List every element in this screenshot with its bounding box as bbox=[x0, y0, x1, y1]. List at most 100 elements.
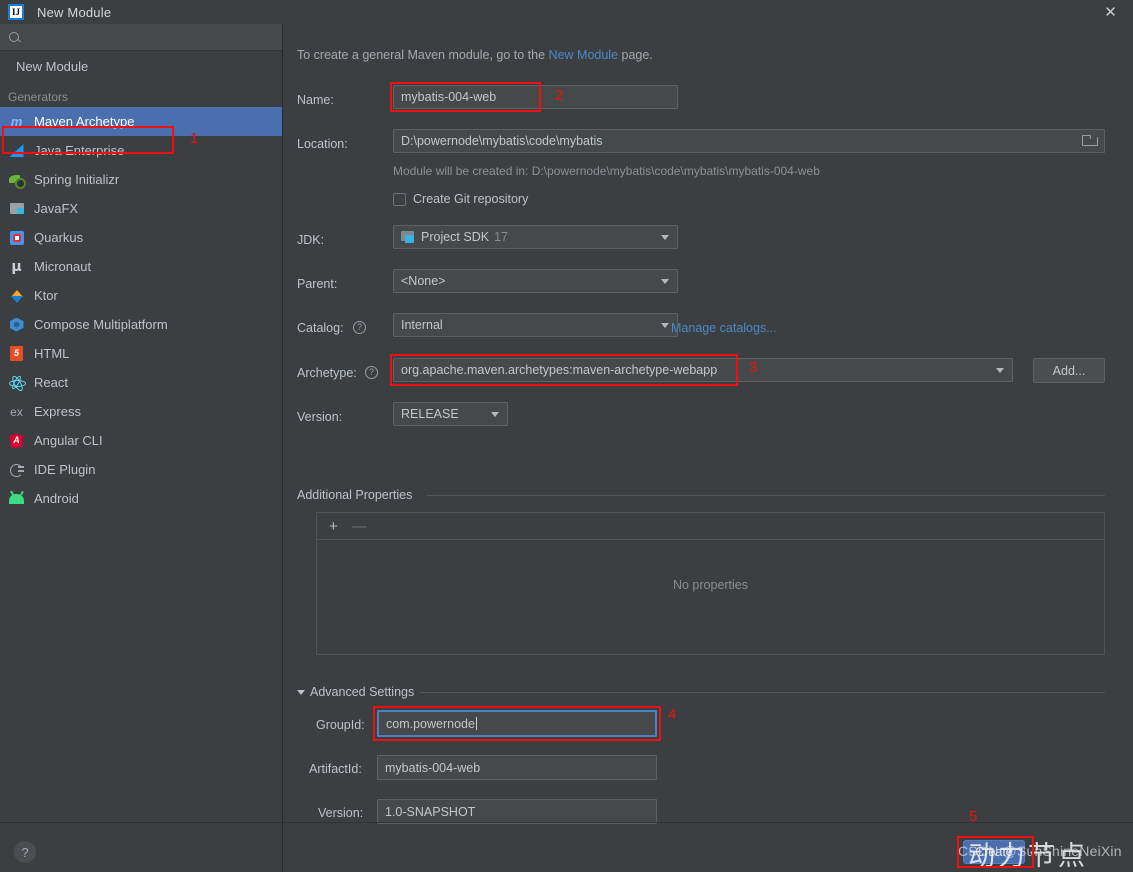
groupid-value: com.powernode bbox=[386, 717, 475, 731]
sidebar-item-micronaut[interactable]: μ Micronaut bbox=[0, 252, 282, 281]
sidebar-item-label: Maven Archetype bbox=[34, 114, 134, 129]
express-icon: ex bbox=[8, 403, 25, 420]
folder-browse-icon[interactable] bbox=[1082, 135, 1096, 146]
search-row[interactable] bbox=[0, 24, 282, 51]
intro-text: To create a general Maven module, go to … bbox=[297, 48, 653, 62]
remove-property-icon: — bbox=[352, 519, 367, 534]
window-title: New Module bbox=[37, 5, 111, 20]
sidebar-section-label: Generators bbox=[8, 90, 68, 104]
footer-divider bbox=[0, 822, 1133, 823]
sidebar-section-generators: Generators bbox=[0, 81, 282, 107]
chevron-down-icon bbox=[996, 368, 1004, 373]
advanced-settings-label: Advanced Settings bbox=[310, 685, 414, 699]
sidebar-item-express[interactable]: ex Express bbox=[0, 397, 282, 426]
sidebar-item-label: Compose Multiplatform bbox=[34, 317, 168, 332]
close-icon[interactable]: ✕ bbox=[1088, 0, 1133, 24]
archetype-version-label: Version: bbox=[297, 410, 342, 424]
create-git-repository-label: Create Git repository bbox=[413, 192, 528, 206]
search-input[interactable] bbox=[27, 30, 274, 44]
catalog-help-icon[interactable]: ? bbox=[353, 321, 366, 334]
artifactid-input[interactable]: mybatis-004-web bbox=[377, 755, 657, 780]
annotation-number-1: 1 bbox=[190, 130, 198, 147]
react-icon bbox=[8, 374, 25, 391]
sidebar-item-react[interactable]: React bbox=[0, 368, 282, 397]
sidebar-item-android[interactable]: Android bbox=[0, 484, 282, 513]
catalog-select[interactable]: Internal bbox=[393, 313, 678, 337]
archetype-help-icon[interactable]: ? bbox=[365, 366, 378, 379]
artifactid-value: mybatis-004-web bbox=[385, 761, 480, 775]
sidebar-item-label: HTML bbox=[34, 346, 69, 361]
sidebar-item-label: JavaFX bbox=[34, 201, 78, 216]
groupid-label: GroupId: bbox=[316, 718, 365, 732]
sidebar-item-javafx[interactable]: JavaFX bbox=[0, 194, 282, 223]
title-bar: IJ New Module ✕ bbox=[0, 0, 1133, 24]
sidebar-item-angular-cli[interactable]: A Angular CLI bbox=[0, 426, 282, 455]
annotation-number-2: 2 bbox=[555, 87, 563, 104]
sidebar-item-maven-archetype[interactable]: m Maven Archetype bbox=[0, 107, 282, 136]
generators-sidebar: New Module Generators m Maven Archetype … bbox=[0, 24, 283, 872]
sidebar-item-ide-plugin[interactable]: IDE Plugin bbox=[0, 455, 282, 484]
sidebar-item-spring-initializr[interactable]: Spring Initializr bbox=[0, 165, 282, 194]
chevron-down-icon bbox=[661, 235, 669, 240]
micronaut-icon: μ bbox=[8, 258, 25, 275]
new-module-dialog: IJ New Module ✕ New Module Generators m … bbox=[0, 0, 1133, 872]
html5-icon: 5 bbox=[8, 345, 25, 362]
annotation-number-4: 4 bbox=[668, 706, 676, 723]
compose-icon bbox=[8, 316, 25, 333]
java-enterprise-icon bbox=[8, 142, 25, 159]
sidebar-item-label: Java Enterprise bbox=[34, 143, 124, 158]
archetype-label: Archetype: bbox=[297, 366, 357, 380]
groupid-input[interactable]: com.powernode bbox=[377, 710, 657, 737]
dialog-body: New Module Generators m Maven Archetype … bbox=[0, 24, 1133, 872]
sidebar-item-label: Android bbox=[34, 491, 79, 506]
module-settings-panel: To create a general Maven module, go to … bbox=[283, 24, 1133, 872]
intro-suffix: page. bbox=[618, 48, 653, 62]
sidebar-item-label: Angular CLI bbox=[34, 433, 103, 448]
sidebar-item-label: Spring Initializr bbox=[34, 172, 119, 187]
parent-select[interactable]: <None> bbox=[393, 269, 678, 293]
sidebar-item-label: Micronaut bbox=[34, 259, 91, 274]
sidebar-item-label: IDE Plugin bbox=[34, 462, 95, 477]
help-button[interactable]: ? bbox=[14, 841, 36, 863]
advanced-version-input[interactable]: 1.0-SNAPSHOT bbox=[377, 799, 657, 824]
location-input[interactable]: D:\powernode\mybatis\code\mybatis bbox=[393, 129, 1105, 153]
add-property-icon[interactable]: + bbox=[329, 519, 338, 534]
sidebar-item-label: React bbox=[34, 375, 68, 390]
sidebar-item-new-module[interactable]: New Module bbox=[0, 51, 282, 81]
new-module-link[interactable]: New Module bbox=[549, 48, 618, 62]
ktor-icon bbox=[8, 287, 25, 304]
archetype-select[interactable]: org.apache.maven.archetypes:maven-archet… bbox=[393, 358, 1013, 382]
name-input[interactable]: mybatis-004-web bbox=[393, 85, 678, 109]
sidebar-item-compose-multiplatform[interactable]: Compose Multiplatform bbox=[0, 310, 282, 339]
jdk-version: 17 bbox=[494, 230, 508, 244]
spring-icon bbox=[8, 171, 25, 188]
chevron-down-icon bbox=[661, 323, 669, 328]
create-button[interactable]: Create bbox=[963, 840, 1025, 864]
archetype-value: org.apache.maven.archetypes:maven-archet… bbox=[401, 363, 717, 377]
additional-properties-divider bbox=[427, 495, 1105, 496]
sidebar-item-label: New Module bbox=[16, 59, 88, 74]
create-git-repository-checkbox[interactable]: Create Git repository bbox=[393, 192, 528, 206]
manage-catalogs-link[interactable]: Manage catalogs... bbox=[671, 321, 777, 335]
sdk-icon bbox=[401, 231, 415, 243]
ide-plugin-icon bbox=[8, 461, 25, 478]
sidebar-item-java-enterprise[interactable]: Java Enterprise bbox=[0, 136, 282, 165]
sidebar-item-html[interactable]: 5 HTML bbox=[0, 339, 282, 368]
additional-properties-title: Additional Properties bbox=[297, 488, 418, 502]
parent-value: <None> bbox=[401, 274, 445, 288]
intro-prefix: To create a general Maven module, go to … bbox=[297, 48, 549, 62]
jdk-label: JDK: bbox=[297, 233, 324, 247]
maven-icon: m bbox=[8, 113, 25, 130]
sidebar-item-label: Quarkus bbox=[34, 230, 83, 245]
archetype-version-select[interactable]: RELEASE bbox=[393, 402, 508, 426]
intellij-logo-icon: IJ bbox=[8, 4, 24, 20]
add-archetype-button[interactable]: Add... bbox=[1033, 358, 1105, 383]
advanced-version-value: 1.0-SNAPSHOT bbox=[385, 805, 475, 819]
jdk-select[interactable]: Project SDK 17 bbox=[393, 225, 678, 249]
sidebar-item-ktor[interactable]: Ktor bbox=[0, 281, 282, 310]
annotation-number-5: 5 bbox=[969, 808, 977, 825]
sidebar-item-quarkus[interactable]: Quarkus bbox=[0, 223, 282, 252]
javafx-icon bbox=[8, 200, 25, 217]
advanced-settings-title[interactable]: Advanced Settings bbox=[297, 685, 420, 699]
catalog-label: Catalog: bbox=[297, 321, 344, 335]
